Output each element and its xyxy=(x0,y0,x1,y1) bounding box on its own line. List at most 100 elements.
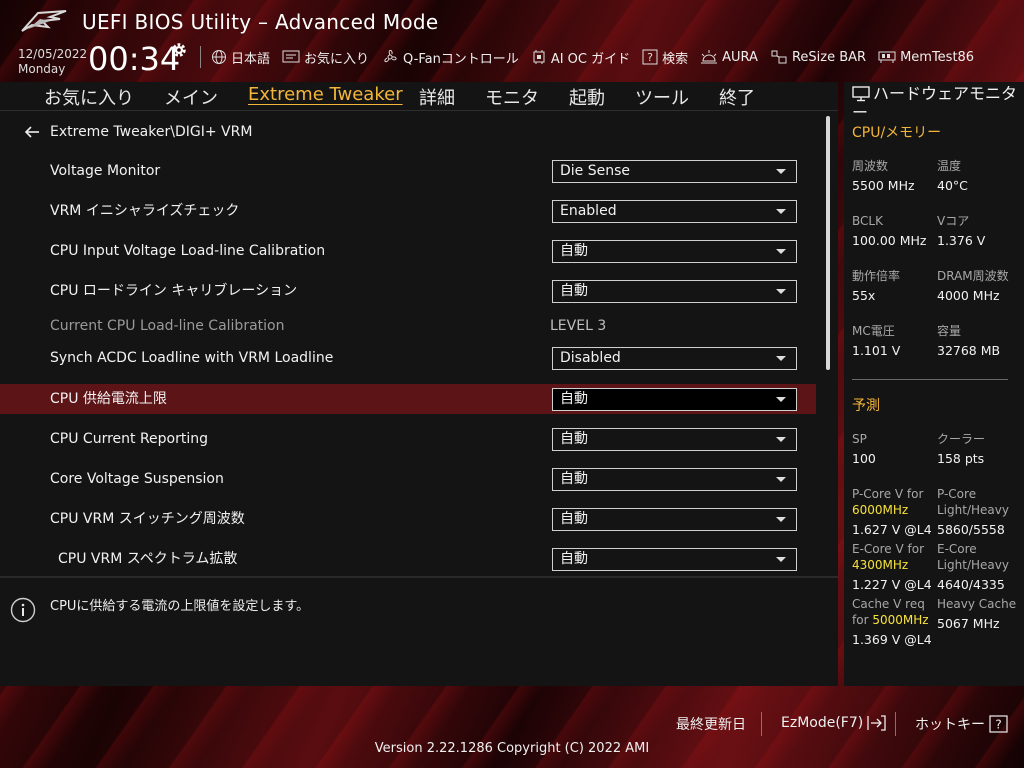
ai-oc-guide-button[interactable]: AI OC ガイド xyxy=(531,48,630,67)
dropdown-value: Disabled xyxy=(560,350,621,366)
setting-dropdown[interactable]: Die Sense xyxy=(552,160,797,183)
setting-label: Core Voltage Suspension xyxy=(50,471,224,487)
ecore-v-label: E-Core V for 4300MHz xyxy=(852,541,924,573)
temperature-value: 40°C xyxy=(937,178,968,193)
breadcrumb: Extreme Tweaker\DIGI+ VRM xyxy=(24,124,252,140)
pcore-v-label-text: P-Core V for xyxy=(852,487,924,501)
pcore-v-label: P-Core V for 6000MHz xyxy=(852,486,923,518)
svg-text:?: ? xyxy=(995,718,1001,732)
setting-row-cpu-vrm-switching-freq[interactable]: CPU VRM スイッチング周波数 自動 xyxy=(0,504,816,534)
hotkey-button[interactable]: ホットキー ? xyxy=(915,714,1009,734)
aura-icon xyxy=(701,50,718,64)
gear-icon[interactable] xyxy=(170,41,188,59)
favorites-button[interactable]: お気に入り xyxy=(282,48,369,67)
resize-bar-label: ReSize BAR xyxy=(791,49,867,65)
version-text: Version 2.22.1286 Copyright (C) 2022 AMI xyxy=(374,741,650,756)
search-button[interactable]: ? 検索 xyxy=(642,48,688,67)
dram-frequency-label: DRAM周波数 xyxy=(937,269,1009,283)
tab-tool[interactable]: ツール xyxy=(635,84,689,110)
aura-label: AURA xyxy=(722,49,758,65)
cache-v-value: 1.369 V @L4 xyxy=(852,632,932,647)
ezmode-button[interactable]: EzMode(F7) xyxy=(781,714,888,732)
dropdown-caret-icon xyxy=(776,209,786,214)
dropdown-value: 自動 xyxy=(560,431,588,447)
dropdown-caret-icon xyxy=(776,557,786,562)
setting-row-cpu-vrm-spread-spectrum[interactable]: CPU VRM スペクトラム拡散 自動 xyxy=(0,544,816,574)
dropdown-value: 自動 xyxy=(560,391,588,407)
language-label: 日本語 xyxy=(231,51,271,67)
setting-row-cpu-input-llc[interactable]: CPU Input Voltage Load-line Calibration … xyxy=(0,236,816,266)
aura-button[interactable]: AURA xyxy=(700,49,758,65)
main-nav: お気に入り メイン Extreme Tweaker 詳細 モニタ 起動 ツール … xyxy=(0,82,838,111)
scrollbar[interactable] xyxy=(826,116,830,370)
frequency-label: 周波数 xyxy=(852,159,889,173)
setting-label: Synch ACDC Loadline with VRM Loadline xyxy=(50,350,334,366)
setting-dropdown[interactable]: Enabled xyxy=(552,200,797,223)
memtest-button[interactable]: MemTest86 xyxy=(878,50,974,65)
globe-icon xyxy=(212,50,226,64)
setting-row-cpu-llc[interactable]: CPU ロードライン キャリブレーション 自動 xyxy=(0,276,816,306)
header: UEFI BIOS Utility – Advanced Mode 12/05/… xyxy=(0,0,1024,82)
date-display: 12/05/2022 Monday xyxy=(18,47,87,77)
weekday-text: Monday xyxy=(18,62,66,76)
setting-row-vrm-init-check[interactable]: VRM イニシャライズチェック Enabled xyxy=(0,196,816,226)
resize-bar-button[interactable]: ReSize BAR xyxy=(770,49,866,65)
search-help-icon: ? xyxy=(642,49,658,65)
setting-dropdown[interactable]: 自動 xyxy=(552,388,797,411)
setting-readonly-value: LEVEL 3 xyxy=(550,318,607,334)
dropdown-value: 自動 xyxy=(560,511,588,527)
setting-dropdown[interactable]: 自動 xyxy=(552,548,797,571)
date-text: 12/05/2022 xyxy=(18,47,88,61)
dropdown-value: Enabled xyxy=(560,203,617,219)
pcore-lh-label-1: P-Core xyxy=(937,487,977,501)
help-box-icon: ? xyxy=(989,715,1008,733)
monitor-divider xyxy=(852,379,1008,380)
heavy-cache-label: Heavy Cache xyxy=(937,597,1017,611)
last-modified-button[interactable]: 最終更新日 xyxy=(676,714,746,734)
vcore-label: Vコア xyxy=(937,214,970,228)
setting-row-synch-acdc[interactable]: Synch ACDC Loadline with VRM Loadline Di… xyxy=(0,343,816,373)
tab-favorites[interactable]: お気に入り xyxy=(44,84,134,110)
dropdown-caret-icon xyxy=(776,356,786,361)
pcore-light-heavy-value: 5860/5558 xyxy=(937,522,1005,537)
dropdown-caret-icon xyxy=(776,249,786,254)
cache-v-label: Cache V req for 5000MHz xyxy=(852,596,929,628)
setting-row-voltage-monitor[interactable]: Voltage Monitor Die Sense xyxy=(0,156,816,186)
back-arrow-icon[interactable] xyxy=(24,125,40,139)
tab-boot[interactable]: 起動 xyxy=(569,84,605,110)
dropdown-value: 自動 xyxy=(560,551,588,567)
setting-label: CPU VRM スイッチング周波数 xyxy=(50,511,245,527)
setting-row-cpu-current-reporting[interactable]: CPU Current Reporting 自動 xyxy=(0,424,816,454)
tab-advanced[interactable]: 詳細 xyxy=(419,84,455,110)
dropdown-caret-icon xyxy=(776,437,786,442)
setting-row-cpu-current-limit[interactable]: CPU 供給電流上限 自動 xyxy=(0,384,816,414)
capacity-value: 32768 MB xyxy=(937,343,1001,358)
tab-monitor[interactable]: モニタ xyxy=(485,84,539,110)
setting-dropdown[interactable]: 自動 xyxy=(552,280,797,303)
tab-main[interactable]: メイン xyxy=(164,84,218,110)
setting-dropdown[interactable]: 自動 xyxy=(552,508,797,531)
setting-dropdown[interactable]: 自動 xyxy=(552,428,797,451)
language-button[interactable]: 日本語 xyxy=(211,48,270,67)
ai-oc-guide-label: AI OC ガイド xyxy=(550,51,631,67)
setting-dropdown[interactable]: Disabled xyxy=(552,347,797,370)
dropdown-value: 自動 xyxy=(560,283,588,299)
qfan-button[interactable]: Q-Fanコントロール xyxy=(381,48,519,67)
memtest-icon xyxy=(878,51,896,63)
cache-v-label-1: Cache V req xyxy=(852,597,925,611)
tab-exit[interactable]: 終了 xyxy=(719,84,755,110)
dropdown-value: 自動 xyxy=(560,243,588,259)
dropdown-caret-icon xyxy=(776,289,786,294)
cpu-memory-section-title: CPU/メモリー xyxy=(852,125,942,141)
favorites-label: お気に入り xyxy=(304,51,370,67)
pcore-v-value: 1.627 V @L4 xyxy=(852,522,932,537)
setting-label: CPU Input Voltage Load-line Calibration xyxy=(50,243,326,259)
setting-label: Voltage Monitor xyxy=(50,163,161,179)
monitor-icon xyxy=(852,86,870,102)
toolbar: 日本語 お気に入り Q-Fanコントロール AI OC ガイド ? 検索 AUR… xyxy=(200,44,986,70)
help-text: CPUに供給する電流の上限値を設定します。 xyxy=(50,599,310,614)
setting-dropdown[interactable]: 自動 xyxy=(552,468,797,491)
setting-dropdown[interactable]: 自動 xyxy=(552,240,797,263)
tab-extreme-tweaker[interactable]: Extreme Tweaker xyxy=(248,84,403,105)
setting-row-core-voltage-suspension[interactable]: Core Voltage Suspension 自動 xyxy=(0,464,816,494)
